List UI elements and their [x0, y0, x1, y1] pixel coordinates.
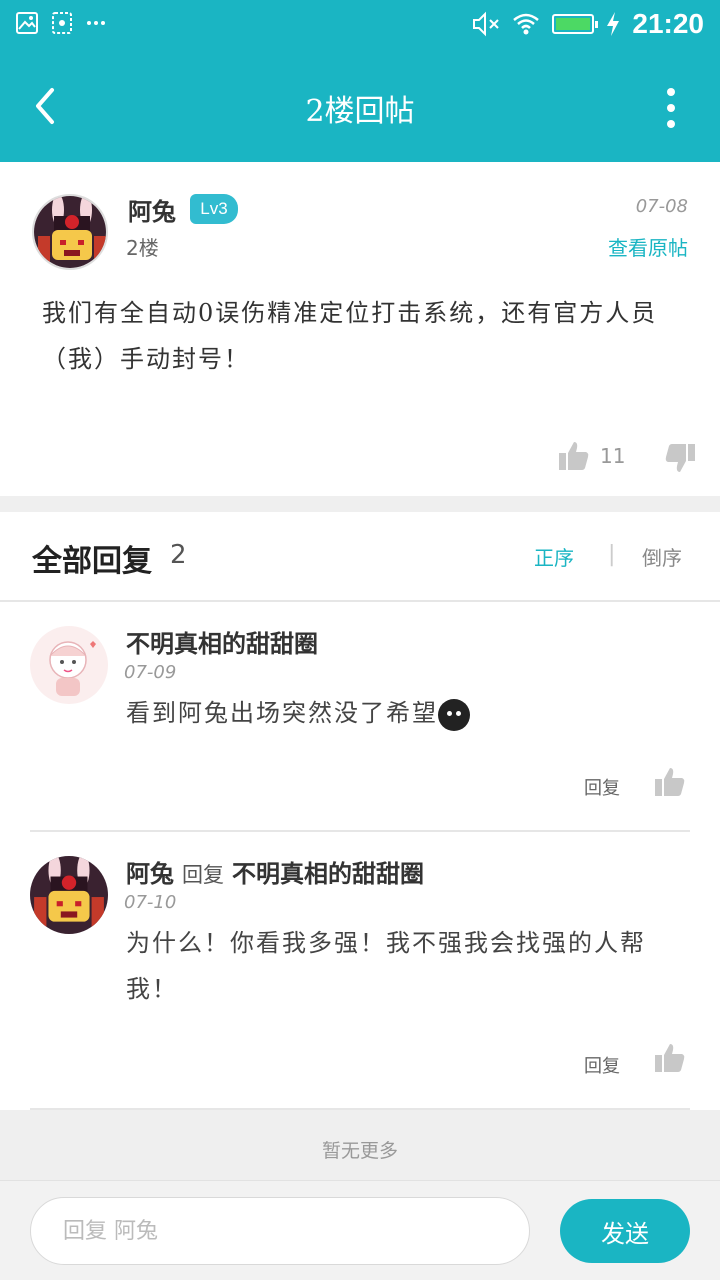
status-time: 21:20 — [632, 8, 704, 39]
page-title: 2楼回帖 — [305, 94, 415, 129]
post-date: 07-08 — [635, 196, 688, 217]
battery-icon — [552, 14, 599, 34]
reply-button[interactable]: 回复 — [584, 1052, 620, 1078]
reply-composer: 发送 — [0, 1180, 720, 1280]
floor-number: 2楼 — [126, 236, 159, 260]
reply-item: 阿兔 回复 不明真相的甜甜圈 07-10 为什么！你看我多强！我不强我会找强的人帮我… — [30, 834, 690, 1110]
app-bar: 2楼回帖 — [0, 50, 720, 162]
reply-author-line: 阿兔 回复 不明真相的甜甜圈 — [126, 854, 424, 889]
thumbs-up-icon[interactable] — [654, 1042, 686, 1074]
reply-item: 不明真相的甜甜圈 07-09 看到阿兔出场突然没了希望 回复 — [30, 604, 690, 832]
send-button[interactable]: 发送 — [560, 1199, 690, 1263]
replies-header: 全部回复 2 正序 | 倒序 — [0, 512, 720, 602]
charging-icon — [607, 12, 620, 36]
original-post: 阿兔 Lv3 2楼 07-08 查看原帖 我们有全自动0误伤精准定位打击系统，还… — [0, 162, 720, 496]
no-more-label: 暂无更多 — [321, 1140, 398, 1162]
reply-date: 07-09 — [124, 662, 177, 683]
view-original-link[interactable]: 查看原帖 — [608, 232, 688, 261]
reply-date: 07-10 — [124, 892, 177, 913]
author-name[interactable]: 阿兔 — [128, 192, 176, 227]
thumbs-up-icon[interactable] — [654, 766, 686, 798]
replies-count: 2 — [170, 540, 187, 570]
thumbs-up-icon — [559, 442, 589, 470]
mute-icon — [473, 11, 500, 37]
screenshot-icon — [52, 12, 72, 34]
thumbs-down-icon[interactable] — [664, 442, 696, 474]
more-vertical-icon[interactable] — [664, 88, 678, 128]
sort-ascending-button[interactable]: 正序 — [534, 542, 574, 571]
author-avatar[interactable] — [32, 194, 108, 270]
reply-content: 为什么！你看我多强！我不强我会找强的人帮我！ — [126, 929, 646, 1003]
sort-descending-button[interactable]: 倒序 — [642, 542, 682, 571]
status-bar: 21:20 — [0, 0, 720, 50]
reply-author[interactable]: 阿兔 — [126, 859, 174, 888]
reply-avatar[interactable] — [30, 626, 108, 704]
like-count: 11 — [600, 444, 626, 468]
replies-section: 全部回复 2 正序 | 倒序 不明真相的甜甜圈 07-09 看到阿兔出场突然没了… — [0, 512, 720, 1110]
sort-separator: | — [608, 542, 616, 567]
replies-title: 全部回复 — [32, 544, 152, 579]
more-notifications-icon — [87, 21, 105, 25]
reply-to-word: 回复 — [182, 863, 224, 887]
image-icon — [16, 12, 38, 34]
emoji-icon — [438, 698, 470, 731]
reply-to-user[interactable]: 不明真相的甜甜圈 — [232, 859, 424, 888]
like-button[interactable]: 11 — [558, 440, 625, 472]
reply-avatar[interactable] — [30, 856, 108, 934]
reply-author[interactable]: 不明真相的甜甜圈 — [126, 624, 318, 659]
post-content: 我们有全自动0误伤精准定位打击系统，还有官方人员（我）手动封号！ — [42, 299, 658, 373]
reply-input[interactable] — [30, 1197, 530, 1265]
reply-button[interactable]: 回复 — [584, 774, 620, 800]
wifi-icon — [513, 13, 540, 35]
level-badge: Lv3 — [190, 194, 238, 224]
reply-text: 看到阿兔出场突然没了希望 — [126, 699, 438, 727]
reply-content: 看到阿兔出场突然没了希望 — [126, 690, 690, 736]
